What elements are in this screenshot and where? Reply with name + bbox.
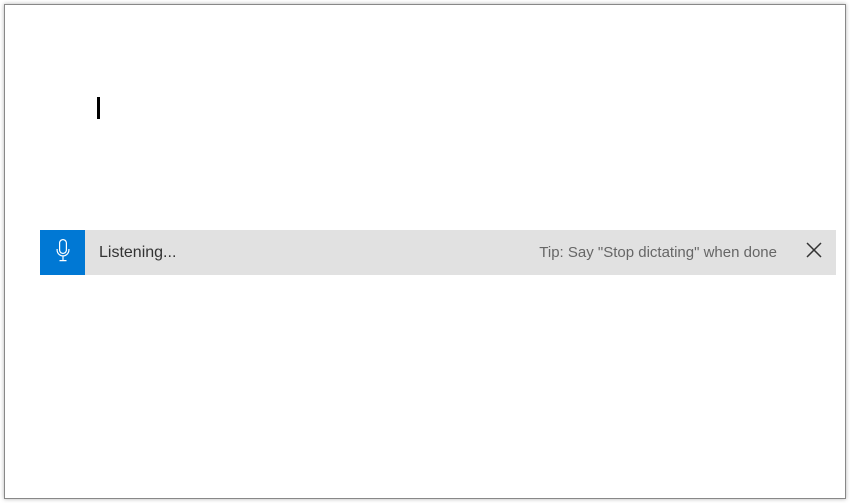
dictation-tip: Tip: Say "Stop dictating" when done: [539, 244, 777, 261]
microphone-button[interactable]: [40, 230, 85, 275]
app-window: Listening... Tip: Say "Stop dictating" w…: [4, 4, 846, 499]
close-icon: [806, 242, 822, 263]
dictation-bar: Listening... Tip: Say "Stop dictating" w…: [40, 230, 836, 275]
close-button[interactable]: [791, 230, 836, 275]
microphone-icon: [54, 238, 72, 267]
document-area[interactable]: [5, 5, 845, 230]
dictation-status: Listening...: [99, 244, 176, 262]
text-cursor: [97, 97, 100, 119]
